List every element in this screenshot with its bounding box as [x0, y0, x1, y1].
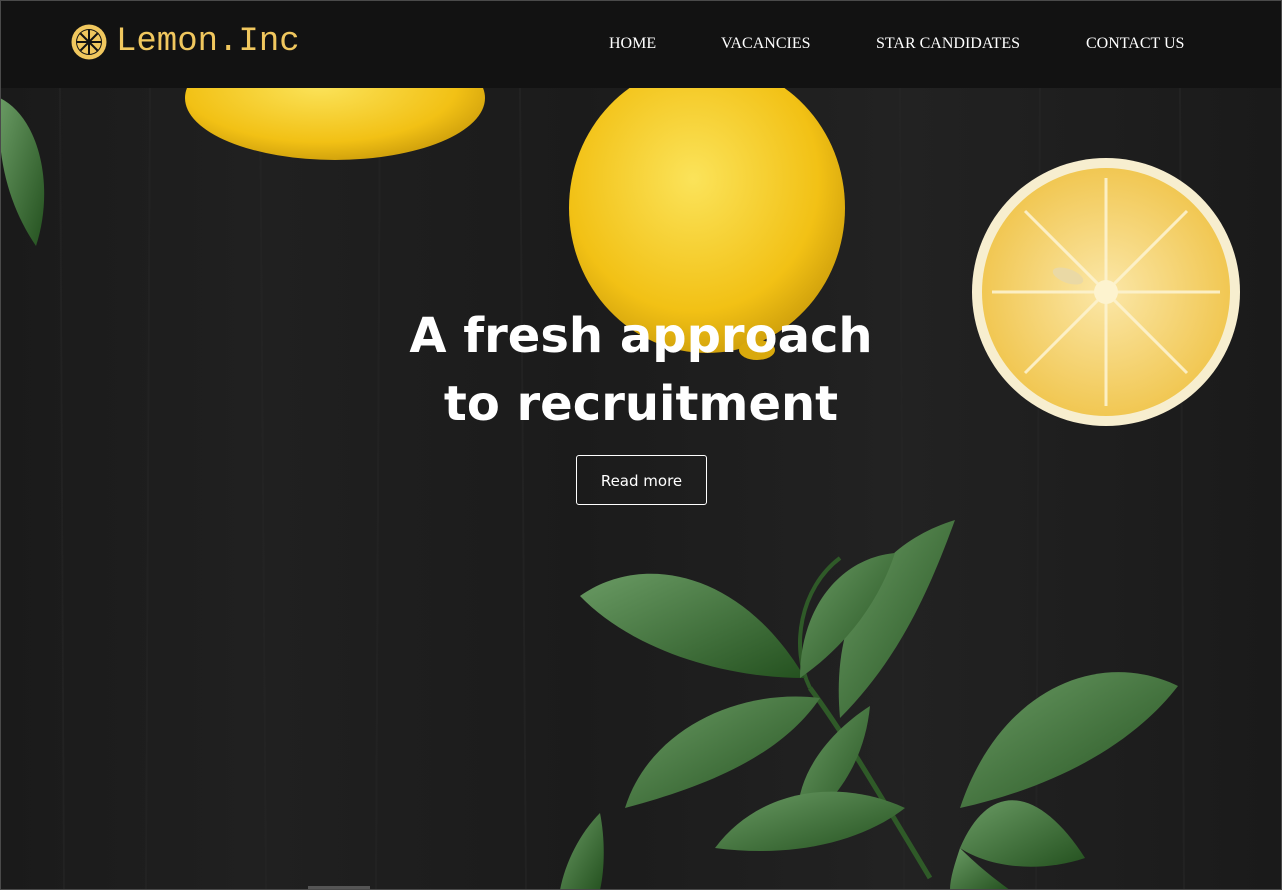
lemon-top: [185, 88, 485, 160]
nav-contact-us[interactable]: CONTACT US: [1086, 34, 1184, 54]
nav-home[interactable]: HOME: [609, 34, 656, 54]
nav-vacancies[interactable]: VACANCIES: [721, 34, 811, 54]
hero-headline: A fresh approach to recruitment: [0, 302, 1282, 438]
read-more-button[interactable]: Read more: [576, 455, 707, 505]
horizontal-scrollbar-thumb[interactable]: [308, 886, 370, 890]
top-navbar: Lemon.Inc HOME VACANCIES STAR CANDIDATES…: [0, 0, 1282, 88]
hero-headline-line-1: A fresh approach: [409, 308, 873, 364]
leaf-left: [0, 98, 45, 246]
nav-star-candidates[interactable]: STAR CANDIDATES: [876, 34, 1020, 54]
leaf-branch: [560, 520, 1178, 890]
hero-headline-line-2: to recruitment: [443, 376, 839, 432]
main-nav: HOME VACANCIES STAR CANDIDATES CONTACT U…: [0, 34, 1282, 58]
hero-section: A fresh approach to recruitment Read mor…: [0, 88, 1282, 890]
